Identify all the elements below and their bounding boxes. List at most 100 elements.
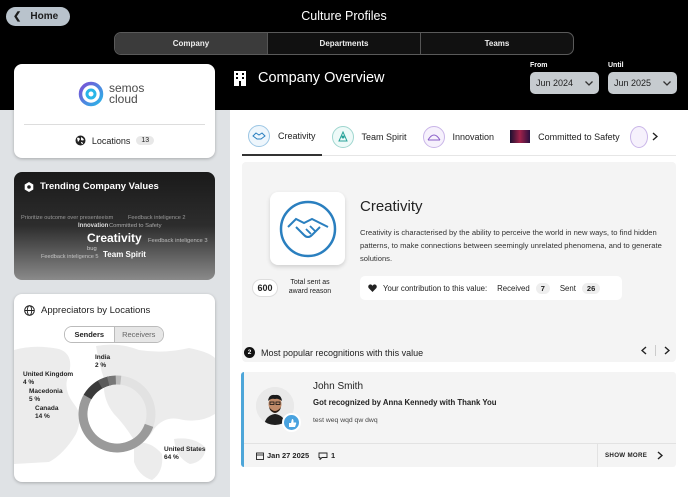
show-more-label: SHOW MORE (605, 452, 648, 459)
company-name: semos cloud (109, 82, 144, 106)
safety-image-icon (510, 130, 531, 143)
chevron-left-icon[interactable] (641, 346, 647, 355)
heart-icon (368, 284, 377, 292)
total-sent-label: Total sent as award reason (288, 279, 332, 295)
main-panel: Creativity Team Spirit Innovation Commit… (230, 110, 688, 497)
value-title: Creativity (360, 198, 423, 215)
appreciators-title: Appreciators by Locations (24, 305, 150, 316)
value-tab-label: Committed to Safety (538, 131, 620, 142)
from-label: From (530, 62, 548, 69)
company-logo: semos cloud (78, 81, 144, 107)
total-sent-count: 600 (252, 279, 278, 297)
word-cloud-item[interactable]: Innovation (78, 223, 108, 229)
divider (655, 345, 656, 356)
word-cloud-item[interactable]: Feedback inteligence 5 (41, 254, 99, 260)
show-more-button[interactable]: SHOW MORE (605, 451, 664, 460)
handshake-icon (279, 200, 336, 257)
thank-you-badge-icon (282, 413, 301, 432)
value-tab-label: Team Spirit (361, 131, 407, 142)
from-date-group: From Jun 2024 (530, 62, 599, 94)
word-cloud-item[interactable]: Feedback inteligence 3 (148, 238, 208, 244)
contribution-label: Your contribution to this value: (383, 283, 488, 293)
tab-company[interactable]: Company (115, 33, 268, 54)
value-tab-creativity[interactable]: Creativity (242, 118, 322, 156)
map-label-country: Canada (35, 405, 59, 412)
overview-title: Company Overview (258, 70, 385, 86)
map-label-country: United States (164, 446, 206, 453)
map-label-canada: Canada 14 % (35, 405, 58, 421)
handshake-icon (248, 124, 270, 147)
map-label-macedonia: Macedonia 5 % (29, 388, 63, 404)
word-cloud-item[interactable]: bug (87, 246, 97, 252)
scope-tabs: Company Departments Teams (114, 32, 574, 55)
sent-count: 26 (581, 282, 601, 294)
app-title: Culture Profiles (301, 9, 387, 23)
trending-title: Trending Company Values (24, 181, 159, 192)
contribution-row: Your contribution to this value: Receive… (360, 276, 622, 300)
map-label-country: India (95, 354, 111, 361)
recognition-pager (641, 345, 670, 356)
trending-title-text: Trending Company Values (40, 181, 159, 192)
from-date-select[interactable]: Jun 2024 (530, 72, 599, 94)
until-date-group: Until Jun 2025 (608, 62, 677, 94)
badge-icon (24, 181, 34, 192)
map-label-country: Macedonia (29, 388, 63, 395)
sent-label: Sent (559, 283, 576, 293)
page-title: Company Overview (234, 70, 385, 86)
semos-logo-icon (78, 81, 104, 107)
word-cloud-item[interactable]: Team Spirit (103, 250, 146, 259)
popular-number: 2 (244, 347, 255, 358)
chevron-right-icon (657, 451, 664, 460)
map-label-percent: 14 % (35, 413, 50, 420)
until-date-value: Jun 2025 (614, 78, 652, 88)
word-cloud-item[interactable]: Committed to Safety (109, 223, 162, 229)
recognition-card[interactable]: John Smith Got recognized by Anna Kenned… (241, 372, 676, 467)
date-text: Jan 27 2025 (267, 451, 310, 460)
comments-button[interactable]: 1 (318, 451, 335, 460)
innovation-icon (422, 125, 445, 148)
value-tab-committed-to-safety[interactable]: Committed to Safety (504, 118, 626, 156)
map-label-united-kingdom: United Kingdom 4 % (23, 371, 73, 387)
value-tab-innovation[interactable]: Innovation (417, 118, 501, 156)
toggle-receivers[interactable]: Receivers (114, 327, 163, 342)
locations-row[interactable]: Locations 13 (14, 135, 215, 146)
values-tabs: Creativity Team Spirit Innovation Commit… (242, 118, 676, 156)
globe-icon (75, 135, 86, 146)
map-label-country: United Kingdom (23, 371, 74, 378)
popular-title: Most popular recognitions with this valu… (261, 347, 424, 358)
appreciators-title-text: Appreciators by Locations (41, 305, 151, 316)
received-count: 7 (535, 282, 550, 294)
value-icon (270, 192, 345, 265)
comment-icon (318, 452, 328, 460)
word-cloud-item[interactable]: Creativity (87, 231, 142, 245)
recipient-name[interactable]: John Smith (313, 381, 363, 392)
map-label-india: India 2 % (95, 354, 110, 370)
globe-icon (24, 305, 35, 316)
value-tab-label: Innovation (452, 131, 495, 142)
logo-line-2: cloud (109, 92, 138, 106)
popular-recognitions-header: 2 Most popular recognitions with this va… (244, 347, 423, 358)
trending-values-card: Trending Company Values Prioritize outco… (14, 172, 215, 280)
value-tab-more[interactable] (626, 118, 658, 156)
divider (24, 124, 205, 125)
value-tab-team-spirit[interactable]: Team Spirit (326, 118, 413, 156)
comments-count: 1 (331, 451, 336, 460)
value-tab-label: Creativity (278, 130, 316, 141)
word-cloud-item[interactable]: Prioritize outcome over presenteeism (21, 215, 113, 221)
calendar-icon (256, 452, 264, 460)
map-label-percent: 4 % (23, 379, 35, 386)
locations-label: Locations (91, 135, 131, 146)
toggle-senders[interactable]: Senders (65, 327, 115, 342)
locations-count: 13 (136, 136, 155, 145)
tab-departments[interactable]: Departments (268, 33, 421, 54)
chevron-right-icon[interactable] (664, 346, 670, 355)
until-date-select[interactable]: Jun 2025 (608, 72, 677, 94)
tab-teams[interactable]: Teams (421, 33, 573, 54)
chevron-right-icon[interactable] (652, 132, 658, 141)
map-label-percent: 64 % (164, 454, 179, 461)
divider (597, 444, 598, 467)
word-cloud-item[interactable]: Feedback inteligence 2 (128, 215, 186, 221)
building-icon (234, 70, 246, 86)
value-description: Creativity is characterised by the abili… (360, 228, 662, 263)
innovation-icon (629, 125, 648, 148)
